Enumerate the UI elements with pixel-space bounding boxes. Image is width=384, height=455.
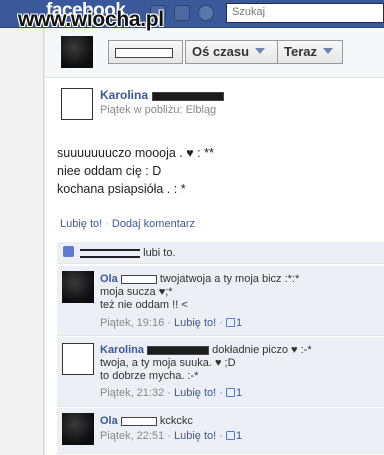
redacted-surname: [120, 274, 157, 284]
post-line: kochana psiapsióła . : *: [57, 182, 186, 196]
timeline-dropdown[interactable]: Oś czasu: [185, 40, 278, 64]
comment: Karolina dokładnie piczo ♥ :-* twoja, a …: [57, 337, 384, 407]
likes-bar: lubi to.: [57, 242, 384, 264]
comment-text: Ola twojatwoja a ty moja bicz :*:* moja …: [100, 273, 299, 312]
thumbs-up-icon: [225, 318, 235, 327]
post-author-name[interactable]: Karolina: [100, 88, 148, 102]
comment-time[interactable]: Piątek, 21:32: [100, 387, 164, 399]
comment-text: Ola kckckc: [100, 415, 193, 428]
commenter-avatar[interactable]: [62, 271, 94, 303]
thumbs-up-icon: [63, 246, 74, 257]
comment-like-link[interactable]: Lubię to!: [174, 317, 216, 329]
comment-like-link[interactable]: Lubię to!: [174, 430, 216, 442]
post-body: suuuuuuuczo moooja . ♥ : ** niee oddam c…: [57, 144, 214, 198]
comment-text: Karolina dokładnie piczo ♥ :-* twoja, a …: [100, 344, 312, 383]
search-input[interactable]: Szukaj: [226, 3, 384, 23]
comment-like-count[interactable]: 1: [236, 317, 242, 329]
comment-time[interactable]: Piątek, 22:51: [100, 430, 164, 442]
comment-like-count[interactable]: 1: [236, 387, 242, 399]
comment-time[interactable]: Piątek, 19:16: [100, 317, 164, 329]
chevron-down-icon: [255, 48, 266, 54]
timeline-dropdown-label: Oś czasu: [192, 44, 250, 59]
like-link[interactable]: Lubię to!: [60, 218, 102, 230]
redacted-surname: [147, 345, 210, 355]
notifications-globe-icon[interactable]: [198, 5, 214, 21]
timeline-filter-bar: Oś czasu Teraz: [45, 28, 384, 78]
commenter-name[interactable]: Ola: [100, 415, 118, 427]
post-meta: Piątek w pobliżu: Elbląg: [100, 104, 217, 116]
comment-line: twojatwoja a ty moja bicz :*:*: [159, 273, 300, 285]
now-dropdown-label: Teraz: [284, 44, 317, 59]
scribbled-names: [80, 248, 141, 258]
now-dropdown[interactable]: Teraz: [277, 40, 343, 64]
post-line: niee oddam cię : D: [57, 164, 162, 178]
comment-line: to dobrze mycha. :-*: [100, 370, 199, 382]
comment-line: twoja, a ty moja suuka. ♥ ;D: [100, 357, 236, 369]
add-comment-link[interactable]: Dodaj komentarz: [112, 218, 195, 230]
thumbs-up-icon: [225, 388, 235, 397]
comment-line: też nie oddam !! <: [100, 299, 188, 311]
redacted-name: [115, 47, 173, 58]
commenter-avatar[interactable]: [62, 343, 94, 375]
separator: ·: [105, 218, 109, 230]
chevron-down-icon: [323, 48, 333, 54]
thumbs-up-icon: [225, 431, 235, 440]
comment-meta: Piątek, 22:51 · Lubię to! · 1: [100, 430, 243, 442]
profile-name-button[interactable]: [108, 40, 183, 64]
comment-line: moja sucza ♥;*: [100, 286, 173, 298]
redacted-surname: [120, 416, 157, 426]
comment-meta: Piątek, 21:32 · Lubię to! · 1: [100, 387, 243, 399]
comment-like-link[interactable]: Lubię to!: [174, 387, 216, 399]
comment-meta: Piątek, 19:16 · Lubię to! · 1: [100, 317, 243, 329]
post-line: suuuuuuuczo moooja . ♥ : **: [57, 146, 214, 160]
comment-like-count[interactable]: 1: [236, 430, 242, 442]
post-author-avatar[interactable]: [61, 88, 93, 120]
watermark: www.wiocha.pl: [18, 8, 164, 31]
comment: Ola twojatwoja a ty moja bicz :*:* moja …: [57, 266, 384, 336]
post-actions: Lubię to! · Dodaj komentarz: [45, 218, 384, 238]
commenter-name[interactable]: Karolina: [100, 344, 144, 356]
comment-line: dokładnie piczo ♥ :-*: [212, 344, 312, 356]
left-column: [0, 28, 44, 455]
main-column: Oś czasu Teraz Karolina Piątek w pobliżu…: [45, 28, 384, 455]
redacted-surname: [151, 91, 224, 101]
commenter-avatar[interactable]: [62, 413, 94, 445]
comment-line: kckckc: [159, 415, 193, 427]
profile-avatar[interactable]: [61, 36, 93, 68]
post-header: Karolina Piątek w pobliżu: Elbląg: [45, 79, 384, 129]
comment: Ola kckckc Piątek, 22:51 · Lubię to! · 1: [57, 408, 384, 454]
messages-icon[interactable]: [174, 5, 190, 21]
likes-text: lubi to.: [143, 247, 176, 259]
commenter-name[interactable]: Ola: [100, 273, 118, 285]
